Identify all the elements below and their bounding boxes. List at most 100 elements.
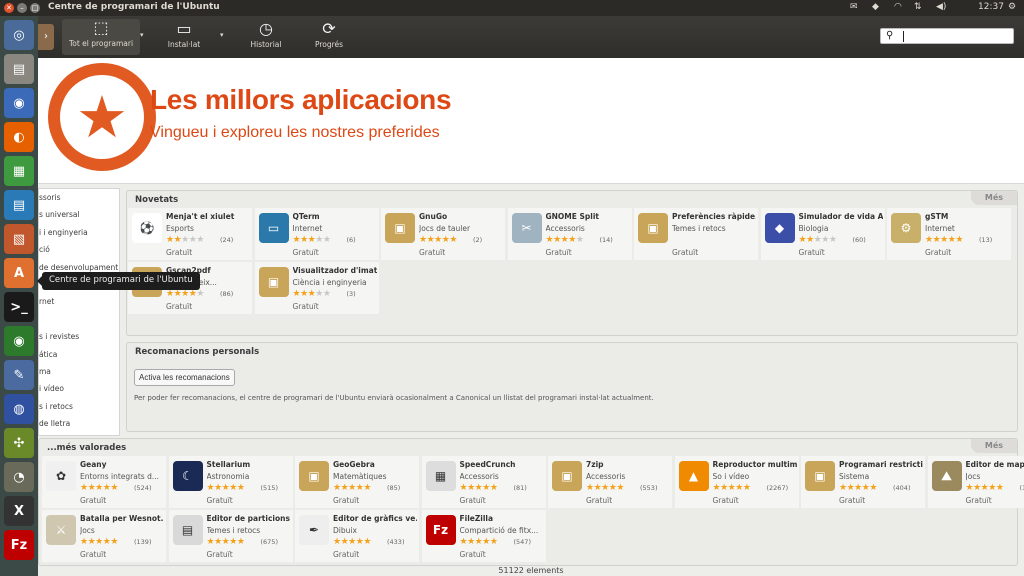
more-button[interactable]: Més xyxy=(971,191,1017,205)
app-name: Programari restricti... xyxy=(839,460,923,469)
app-tile[interactable]: Fz FileZilla Compartició de fitx... (547) Gr… xyxy=(421,510,546,562)
app-price: Gratuït xyxy=(672,248,699,257)
close-icon[interactable]: ✕ xyxy=(4,3,14,13)
app-price: Gratuït xyxy=(80,496,107,505)
category-item[interactable]: de lletra xyxy=(39,419,70,428)
launcher-files-icon[interactable]: ▤ xyxy=(4,54,34,84)
category-item[interactable]: s i retocs xyxy=(39,402,73,411)
app-tile[interactable]: ⚔ Batalla per Wesnot... Jocs (139) Gratuït ★★… xyxy=(42,510,166,562)
app-tile[interactable]: ⛰Editor de mapes de l... Jocs (139) Gratuït… xyxy=(927,456,1024,508)
star-rating: ★★★★★ xyxy=(292,289,331,299)
category-item[interactable]: i i enginyeria xyxy=(39,228,88,237)
maximize-icon[interactable]: □ xyxy=(30,3,40,13)
star-rating: ★★★★★ xyxy=(292,235,331,245)
app-tile[interactable]: ▣ Programari restricti... Sistema (404) Grat… xyxy=(801,456,925,508)
volume-icon[interactable]: ◀) xyxy=(936,2,946,12)
tab-installed[interactable]: ▭ Instal·lat xyxy=(160,20,208,50)
app-tile[interactable]: ⚽ Menja't el xiulet Esports (24) Gratuït ★★★★… xyxy=(128,208,252,260)
app-tile[interactable]: ✒ Editor de gràfics ve... Dibuix (433) Gratu… xyxy=(295,510,419,562)
app-category: Internet xyxy=(925,224,955,233)
launcher-app-green-icon[interactable]: ◉ xyxy=(4,326,34,356)
launcher-app-gimp-icon[interactable]: ◔ xyxy=(4,462,34,492)
filezilla-icon: Fz xyxy=(425,515,456,545)
app-tile[interactable]: ▣ Preferències ràpide... Temes i retocs Gra… xyxy=(634,208,758,260)
app-tile[interactable]: ▲Reproductor multim... So i vídeo (2267) Gr… xyxy=(674,456,799,508)
app-price: Gratuït xyxy=(839,496,866,505)
app-tile[interactable]: ▤Editor de particions ... Temes i retocs (… xyxy=(168,510,293,562)
tab-progress[interactable]: ⟳ Progrés xyxy=(305,20,353,50)
mail-icon[interactable]: ✉ xyxy=(850,2,858,12)
launcher-libreoffice-impress-icon[interactable]: ▧ xyxy=(4,224,34,254)
app-price: Gratuït xyxy=(965,496,992,505)
rating-count: (2) xyxy=(473,236,483,244)
wifi-icon[interactable]: ◠ xyxy=(894,2,902,12)
app-price: Gratuït xyxy=(545,248,572,257)
category-item[interactable]: s i revistes xyxy=(39,332,79,341)
star-rating: ★★★★★ xyxy=(586,483,624,493)
launcher-tooltip: Centre de programari de l'Ubuntu xyxy=(37,272,200,290)
app-tile[interactable]: ◆Simulador de vida A... Biologia (60) Gratu… xyxy=(760,208,885,260)
launcher-chromium-icon[interactable]: ◉ xyxy=(4,88,34,118)
chevron-down-icon[interactable]: ▾ xyxy=(140,31,144,39)
app-name: Menja't el xiulet xyxy=(166,212,235,221)
category-item[interactable]: i vídeo xyxy=(39,384,64,393)
app-tile[interactable]: ▦ SpeedCrunch Accessoris (81) Gratuït ★★★★★ xyxy=(421,456,546,508)
category-item[interactable]: de desenvolupament xyxy=(39,263,118,272)
dropbox-icon[interactable]: ◆ xyxy=(872,2,879,12)
launcher-app-pen-icon[interactable]: ✎ xyxy=(4,360,34,390)
category-item[interactable]: ma xyxy=(39,367,51,376)
minimize-icon[interactable]: – xyxy=(17,3,27,13)
launcher-app-headphones-icon[interactable]: ◍ xyxy=(4,394,34,424)
app-tile[interactable]: ▣ 7zip Accessoris (553) Gratuït ★★★★★ xyxy=(548,456,672,508)
gear-icon[interactable]: ⚙ xyxy=(1008,2,1016,12)
clock[interactable]: 12:37 xyxy=(978,2,1004,12)
search-input[interactable]: ⚲ xyxy=(880,28,1014,44)
launcher-terminal-icon[interactable]: >_ xyxy=(4,292,34,322)
recommendations-description: Per poder fer recomanacions, el centre d… xyxy=(134,394,654,402)
launcher-ubuntu-dash-icon[interactable]: ◎ xyxy=(4,20,34,50)
launcher-app-puzzle-icon[interactable]: ✣ xyxy=(4,428,34,458)
tab-all-software[interactable]: ⬚ Tot el programari xyxy=(62,19,140,55)
app-tile[interactable]: ✂ GNOME Split Accessoris (14) Gratuït ★★★★★ xyxy=(507,208,632,260)
launcher-xbmc-icon[interactable]: X xyxy=(4,496,34,526)
star-rating: ★★★★★ xyxy=(459,537,498,547)
launcher-libreoffice-calc-icon[interactable]: ▦ xyxy=(4,156,34,186)
tab-history-label: Historial xyxy=(250,40,282,49)
chevron-down-icon[interactable]: ▾ xyxy=(220,31,224,39)
banner[interactable]: ★ Les millors aplicacions Vingueu i expl… xyxy=(38,58,1024,184)
more-button[interactable]: Més xyxy=(971,439,1017,453)
app-price: Gratuït xyxy=(166,248,193,257)
app-price: Gratuït xyxy=(333,496,360,505)
app-tile[interactable]: ▣ GnuGo Jocs de tauler (2) Gratuït ★★★★★ xyxy=(381,208,505,260)
category-item[interactable]: s universal xyxy=(39,210,80,219)
app-tile[interactable]: ✿ Geany Entorns integrats d... (524) Gratuït… xyxy=(42,456,166,508)
rating-count: (404) xyxy=(893,484,911,492)
launcher-libreoffice-writer-icon[interactable]: ▤ xyxy=(4,190,34,220)
map-icon: ⛰ xyxy=(931,461,962,491)
app-tile[interactable]: ☾ Stellarium Astronomia (515) Gratuït ★★★★★ xyxy=(168,456,293,508)
back-icon[interactable]: › xyxy=(38,24,54,50)
category-item[interactable]: ció xyxy=(39,245,50,254)
app-tile[interactable]: ▣Visualitzador d'imat... Ciència i enginy… xyxy=(254,262,379,314)
category-item[interactable]: rnet xyxy=(39,297,54,306)
app-price: Gratuït xyxy=(586,496,613,505)
rating-count: (515) xyxy=(260,484,278,492)
launcher-filezilla-icon[interactable]: Fz xyxy=(4,530,34,560)
app-tile[interactable]: ⚙ gSTM Internet (13) Gratuït ★★★★★ xyxy=(887,208,1011,260)
star-rating: ★★★★★ xyxy=(166,235,204,245)
launcher-firefox-icon[interactable]: ◐ xyxy=(4,122,34,152)
vlc-icon: ▲ xyxy=(678,461,709,491)
app-name: GNOME Split xyxy=(545,212,600,221)
keyboard-layout-icon[interactable]: ⇅ xyxy=(914,2,922,12)
package-icon: ▣ xyxy=(258,267,289,297)
app-tile[interactable]: ▭ QTerm Internet (6) Gratuït ★★★★★ xyxy=(254,208,379,260)
category-item[interactable]: ssoris xyxy=(39,193,60,202)
category-item[interactable]: ática xyxy=(39,350,57,359)
rating-count: (86) xyxy=(220,290,234,298)
launcher-software-center-icon[interactable]: A xyxy=(4,258,34,288)
enable-recommendations-button[interactable]: Activa les recomanacions xyxy=(134,369,235,386)
inkscape-icon: ✒ xyxy=(299,515,329,545)
app-tile[interactable]: ▣ GeoGebra Matemàtiques (85) Gratuït ★★★★★ xyxy=(295,456,419,508)
app-name: GnuGo xyxy=(419,212,448,221)
tab-history[interactable]: ◷ Historial xyxy=(242,20,290,50)
